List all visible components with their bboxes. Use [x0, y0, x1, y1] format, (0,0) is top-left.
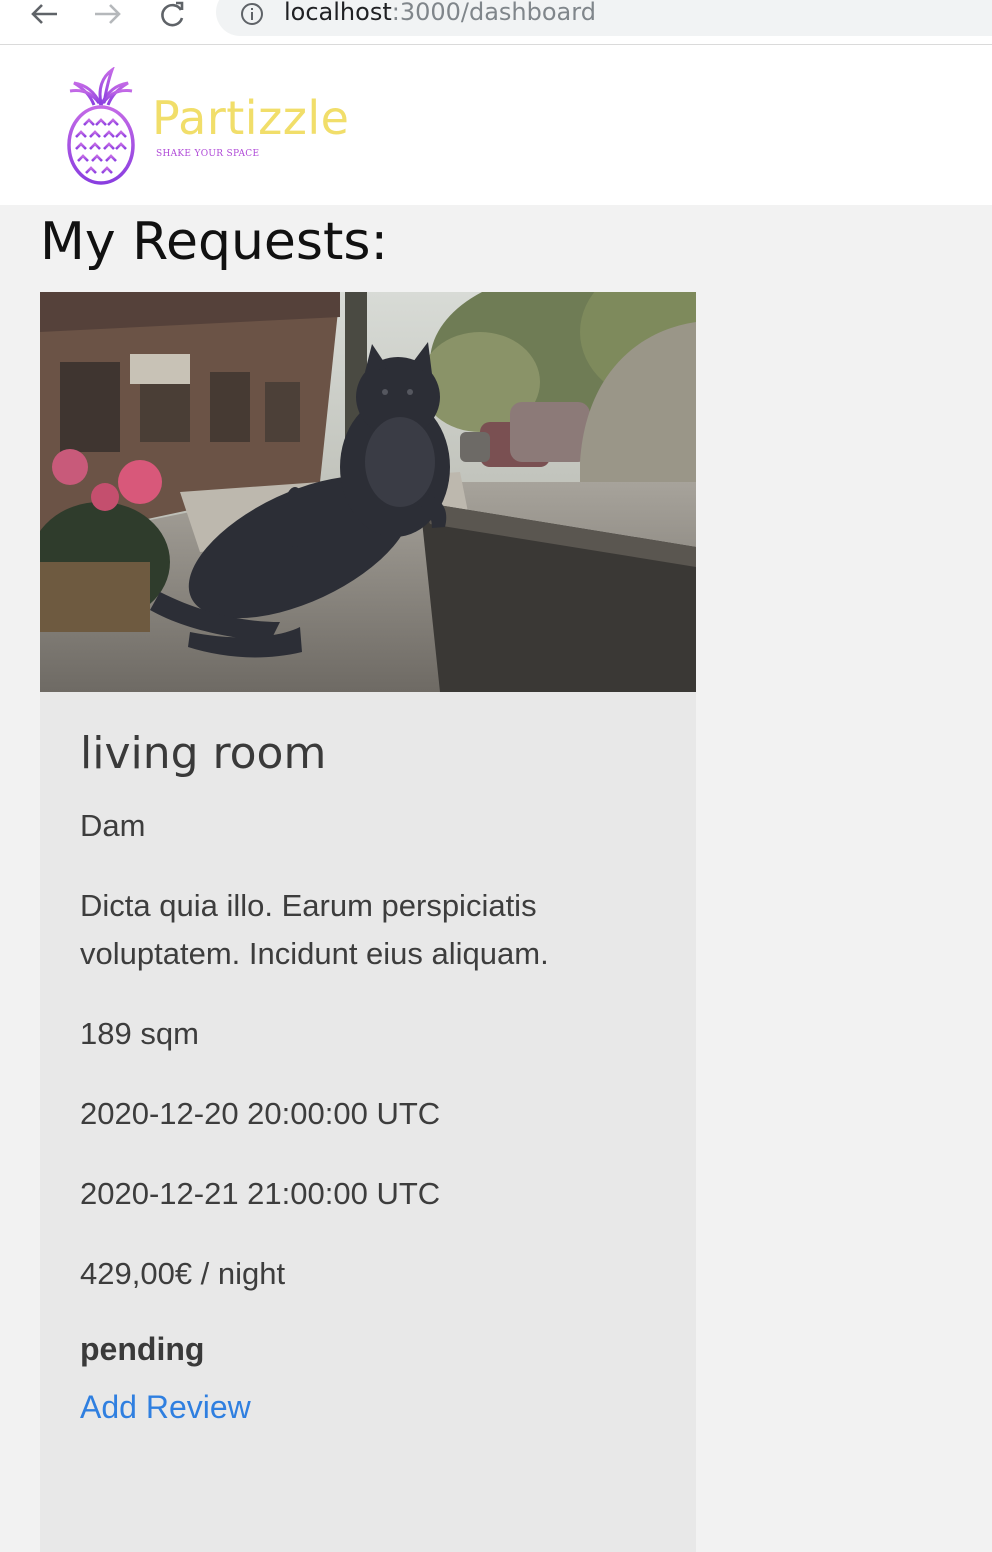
back-button[interactable]	[24, 0, 64, 28]
forward-button[interactable]	[88, 0, 128, 28]
room-photo	[40, 292, 696, 692]
booking-end: 2020-12-21 21:00:00 UTC	[80, 1176, 441, 1211]
url-host: localhost	[284, 0, 392, 26]
room-title: living room	[80, 728, 327, 779]
address-bar[interactable]: localhost:3000/dashboard	[216, 0, 992, 36]
arrow-right-icon	[95, 4, 121, 24]
url-path: :3000/dashboard	[391, 0, 596, 26]
room-price: 429,00€ / night	[80, 1256, 286, 1291]
room-size: 189 sqm	[80, 1016, 199, 1051]
room-description: Dicta quia illo. Earum perspiciatis volu…	[80, 888, 549, 971]
request-card: living room Dam Dicta quia illo. Earum p…	[40, 292, 696, 1552]
brand-tagline: SHAKE YOUR SPACE	[156, 149, 260, 159]
url-text[interactable]: localhost:3000/dashboard	[284, 0, 596, 26]
pineapple-logo-icon[interactable]	[64, 67, 138, 185]
booking-start: 2020-12-20 20:00:00 UTC	[80, 1096, 441, 1131]
reload-button[interactable]	[152, 0, 192, 28]
info-icon[interactable]	[240, 2, 264, 26]
status-badge: pending	[80, 1331, 205, 1367]
reload-icon	[161, 1, 184, 27]
request-details: living room Dam Dicta quia illo. Earum p…	[80, 726, 670, 1425]
brand-name[interactable]: Partizzle	[152, 91, 349, 145]
browser-toolbar: localhost:3000/dashboard	[0, 0, 992, 45]
room-city: Dam	[80, 808, 146, 843]
arrow-left-icon	[31, 4, 57, 24]
cat-statue-photo	[40, 292, 696, 692]
add-review-link[interactable]: Add Review	[80, 1384, 251, 1430]
site-header: Partizzle SHAKE YOUR SPACE	[0, 45, 992, 205]
page-title: My Requests:	[40, 212, 389, 272]
